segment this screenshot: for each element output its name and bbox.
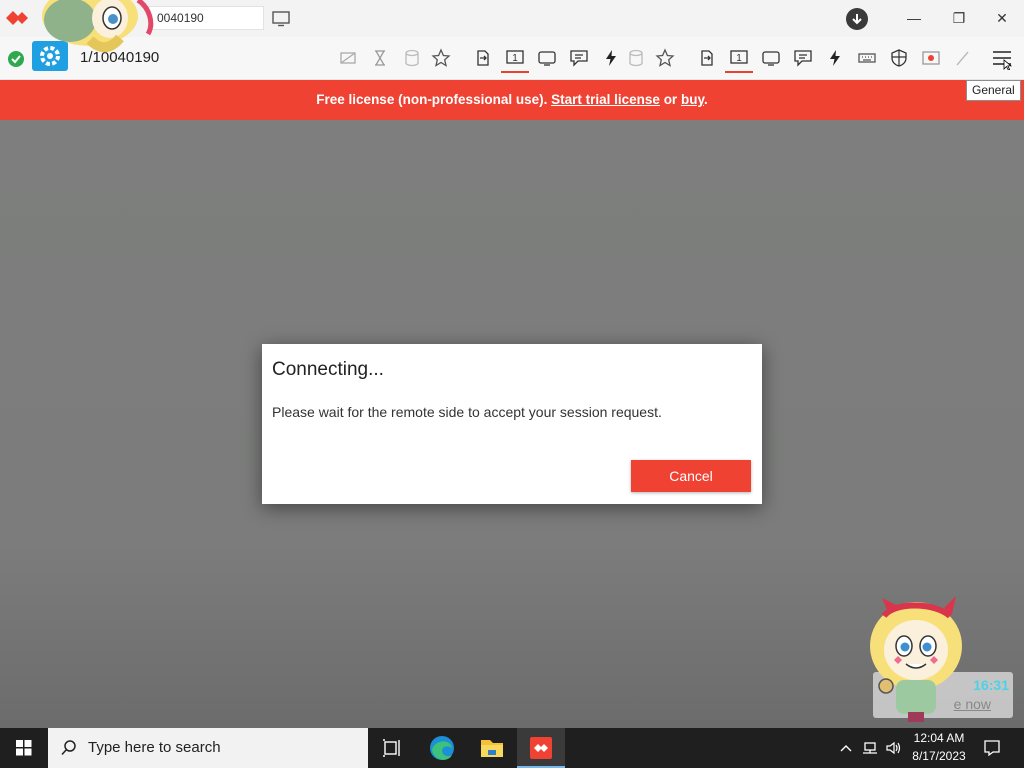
active-monitor-indicator: [501, 71, 529, 73]
actions-icon[interactable]: [825, 48, 845, 68]
windows-logo-icon: [16, 740, 32, 756]
search-placeholder: Type here to search: [88, 739, 221, 756]
star-icon[interactable]: [431, 48, 451, 68]
license-or-text: or: [663, 92, 678, 107]
notification-icon[interactable]: [983, 739, 1001, 757]
clock-date[interactable]: 8/17/2023: [896, 749, 982, 763]
display-icon[interactable]: [761, 48, 781, 68]
download-icon[interactable]: [846, 8, 868, 30]
license-text: Free license (non-professional use).: [316, 92, 548, 107]
taskbar-search-box[interactable]: Type here to search: [48, 728, 368, 768]
task-view-icon: [383, 739, 400, 757]
menu-icon[interactable]: [990, 46, 1014, 70]
restore-button[interactable]: ❐: [947, 8, 971, 28]
network-icon[interactable]: [862, 740, 878, 756]
active-monitor-indicator: [725, 71, 753, 73]
monitor-1-icon[interactable]: 1: [505, 48, 525, 68]
svg-text:1: 1: [512, 53, 518, 64]
chat-icon[interactable]: [793, 48, 813, 68]
record-icon[interactable]: [921, 48, 941, 68]
start-button[interactable]: [0, 728, 48, 768]
cartoon-sticker-image: [42, 0, 154, 53]
dialog-message: Please wait for the remote side to accep…: [272, 404, 662, 420]
edge-browser-icon: [430, 736, 454, 760]
switch-side-icon[interactable]: [473, 48, 493, 68]
buy-link[interactable]: buy: [681, 92, 704, 107]
svg-text:1: 1: [736, 53, 742, 64]
switch-side-icon[interactable]: [697, 48, 717, 68]
edge-taskbar-button[interactable]: [418, 728, 466, 768]
database-icon[interactable]: [402, 48, 422, 68]
star-icon[interactable]: [655, 48, 675, 68]
folder-icon: [481, 740, 503, 757]
license-period: .: [703, 92, 708, 107]
connecting-dialog: Connecting... Please wait for the remote…: [262, 344, 762, 504]
close-button[interactable]: ✕: [990, 8, 1014, 28]
pen-icon[interactable]: [953, 48, 973, 68]
address-tab[interactable]: 0040190: [148, 6, 264, 30]
monitor-1-icon[interactable]: 1: [729, 48, 749, 68]
connection-status-check-icon: [8, 51, 24, 67]
menu-tooltip: General: [966, 80, 1021, 101]
anydesk-taskbar-button[interactable]: [517, 728, 565, 768]
hourglass-icon[interactable]: [370, 48, 390, 68]
file-explorer-taskbar-button[interactable]: [468, 728, 516, 768]
privacy-mode-icon[interactable]: [338, 48, 358, 68]
cancel-button[interactable]: Cancel: [631, 460, 751, 492]
chat-icon[interactable]: [569, 48, 589, 68]
actions-icon[interactable]: [601, 48, 621, 68]
anydesk-logo-icon[interactable]: [6, 10, 30, 26]
cartoon-character-sticker-image: [870, 596, 962, 722]
start-trial-link[interactable]: Start trial license: [551, 92, 660, 107]
task-view-button[interactable]: [368, 728, 416, 768]
shield-icon[interactable]: [889, 48, 909, 68]
search-icon: [61, 740, 76, 756]
minimize-button[interactable]: —: [902, 8, 926, 28]
dialog-title: Connecting...: [272, 359, 384, 380]
anydesk-icon: [530, 737, 552, 759]
keyboard-icon[interactable]: [857, 48, 877, 68]
display-icon[interactable]: [537, 48, 557, 68]
clock-time[interactable]: 12:04 AM: [896, 731, 982, 745]
chevron-up-icon[interactable]: [838, 740, 854, 756]
database-icon[interactable]: [626, 48, 646, 68]
windows-taskbar: Type here to search 12:04 AM 8/17/2023: [0, 728, 1024, 768]
new-session-monitor-icon[interactable]: [272, 11, 290, 27]
license-banner: Free license (non-professional use). Sta…: [0, 80, 1024, 120]
